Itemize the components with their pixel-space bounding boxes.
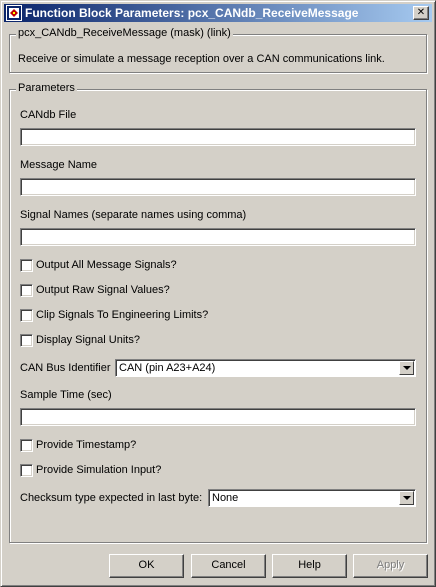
window-title: Function Block Parameters: pcx_CANdb_Rec… [25, 6, 359, 20]
simulink-block-icon [6, 5, 22, 21]
message-name-label: Message Name [20, 159, 98, 171]
title-bar[interactable]: Function Block Parameters: pcx_CANdb_Rec… [4, 4, 432, 22]
chevron-down-icon[interactable] [399, 361, 414, 375]
can-bus-label: CAN Bus Identifier [20, 362, 111, 374]
provide-timestamp-checkbox[interactable] [20, 439, 33, 452]
output-raw-values-label: Output Raw Signal Values? [36, 284, 170, 296]
signal-names-input[interactable] [20, 228, 416, 246]
provide-sim-input-label: Provide Simulation Input? [36, 464, 162, 476]
checksum-value: None [212, 492, 239, 504]
mask-description: Receive or simulate a message reception … [18, 53, 385, 65]
output-raw-values-checkbox[interactable] [20, 284, 33, 297]
mask-legend: pcx_CANdb_ReceiveMessage (mask) (link) [16, 27, 233, 39]
provide-sim-input-checkbox[interactable] [20, 464, 33, 477]
apply-button[interactable]: Apply [353, 554, 428, 578]
display-units-label: Display Signal Units? [36, 334, 140, 346]
checksum-select[interactable]: None [208, 489, 416, 507]
message-name-input[interactable] [20, 178, 416, 196]
output-all-signals-label: Output All Message Signals? [36, 259, 177, 271]
can-bus-value: CAN (pin A23+A24) [119, 362, 216, 374]
clip-signals-checkbox[interactable] [20, 309, 33, 322]
cancel-button[interactable]: Cancel [191, 554, 266, 578]
candb-file-input[interactable] [20, 128, 416, 146]
signal-names-label: Signal Names (separate names using comma… [20, 209, 247, 221]
clip-signals-label: Clip Signals To Engineering Limits? [36, 309, 209, 321]
ok-button[interactable]: OK [109, 554, 184, 578]
provide-timestamp-label: Provide Timestamp? [36, 439, 137, 451]
mask-description-group: pcx_CANdb_ReceiveMessage (mask) (link) R… [9, 27, 427, 73]
checksum-label: Checksum type expected in last byte: [20, 492, 203, 504]
can-bus-select[interactable]: CAN (pin A23+A24) [115, 359, 416, 377]
help-button[interactable]: Help [272, 554, 347, 578]
close-button[interactable]: ✕ [413, 6, 429, 20]
output-all-signals-checkbox[interactable] [20, 259, 33, 272]
parameters-legend: Parameters [16, 82, 77, 94]
chevron-down-icon[interactable] [399, 491, 414, 505]
display-units-checkbox[interactable] [20, 334, 33, 347]
sample-time-label: Sample Time (sec) [20, 389, 112, 401]
dialog-window: Function Block Parameters: pcx_CANdb_Rec… [0, 0, 436, 587]
candb-file-label: CANdb File [20, 109, 77, 121]
sample-time-input[interactable] [20, 408, 416, 426]
